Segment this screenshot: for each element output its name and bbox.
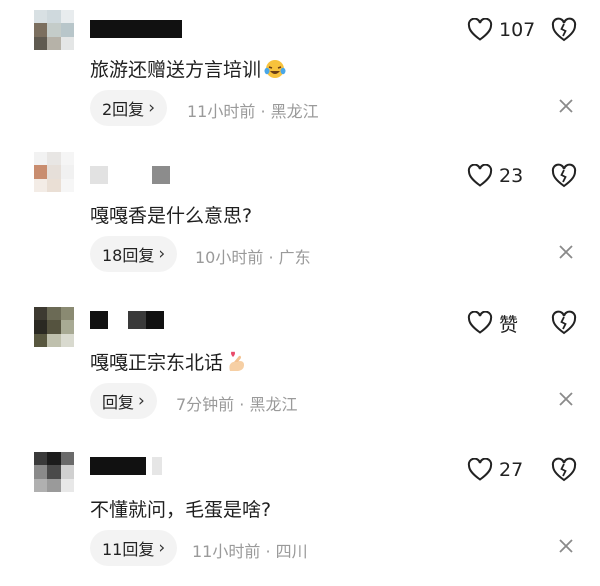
comment-meta: 7分钟前 · 黑龙江: [176, 391, 297, 415]
comment-meta: 11小时前 · 黑龙江: [187, 98, 319, 122]
reply-button[interactable]: 11回复 ›: [90, 530, 178, 566]
heart-icon: [467, 458, 493, 481]
close-icon[interactable]: [558, 244, 574, 260]
reply-button[interactable]: 18回复 ›: [90, 236, 178, 272]
like-button[interactable]: 23: [467, 164, 523, 188]
reply-label: 2回复: [102, 100, 145, 119]
avatar[interactable]: [34, 452, 74, 492]
comment-text: 嘎嘎正宗东北话: [90, 351, 249, 375]
chevron-right-icon: ›: [158, 538, 166, 558]
separator: ·: [260, 102, 266, 121]
avatar[interactable]: [34, 152, 74, 192]
heart-icon: [467, 311, 493, 334]
chevron-right-icon: ›: [158, 244, 166, 264]
timestamp: 10小时前: [195, 248, 264, 267]
avatar[interactable]: [34, 307, 74, 347]
close-icon[interactable]: [558, 391, 574, 407]
broken-heart-icon[interactable]: [551, 17, 577, 43]
like-count: 107: [499, 19, 536, 41]
close-icon[interactable]: [558, 98, 574, 114]
username[interactable]: [90, 457, 162, 475]
comment-item: 107 旅游还赠送方言培训 2回复 › 11小时前 · 黑龙江: [0, 0, 600, 146]
location: 四川: [275, 542, 308, 561]
username[interactable]: [90, 20, 182, 38]
location: 黑龙江: [270, 102, 319, 121]
broken-heart-icon[interactable]: [551, 457, 577, 483]
laughing-crying-face-icon: [264, 60, 286, 78]
comment-meta: 11小时前 · 四川: [192, 538, 308, 562]
separator: ·: [265, 542, 271, 561]
avatar[interactable]: [34, 10, 74, 50]
separator: ·: [239, 395, 245, 414]
broken-heart-icon[interactable]: [551, 163, 577, 189]
reply-button[interactable]: 2回复 ›: [90, 90, 167, 126]
like-count: 27: [499, 459, 524, 481]
broken-heart-icon[interactable]: [551, 310, 577, 336]
timestamp: 11小时前: [192, 542, 261, 561]
finger-heart-icon: [229, 351, 245, 371]
location: 广东: [278, 248, 311, 267]
chevron-right-icon: ›: [148, 98, 155, 118]
reply-label: 18回复: [102, 246, 155, 265]
like-button[interactable]: 27: [467, 458, 523, 482]
timestamp: 7分钟前: [176, 395, 235, 414]
username[interactable]: [90, 166, 170, 184]
comment-text: 嘎嘎香是什么意思?: [90, 205, 253, 227]
timestamp: 11小时前: [187, 102, 256, 121]
like-button[interactable]: 赞: [467, 311, 519, 336]
heart-icon: [467, 164, 493, 187]
like-button[interactable]: 107: [467, 18, 535, 42]
comment-meta: 10小时前 · 广东: [195, 244, 311, 268]
reply-label: 回复: [102, 393, 135, 412]
heart-icon: [467, 18, 493, 41]
like-count: 23: [499, 165, 524, 187]
comment-text: 旅游还赠送方言培训: [90, 58, 287, 82]
location: 黑龙江: [249, 395, 298, 414]
separator: ·: [268, 248, 274, 267]
like-count: 赞: [499, 313, 519, 336]
comment-item: 赞 嘎嘎正宗东北话 回复 › 7分钟前 · 黑龙江: [0, 293, 600, 439]
username[interactable]: [90, 311, 164, 329]
reply-button[interactable]: 回复 ›: [90, 383, 157, 419]
chevron-right-icon: ›: [138, 391, 145, 411]
comment-item: 23 嘎嘎香是什么意思? 18回复 › 10小时前 · 广东: [0, 146, 600, 292]
close-icon[interactable]: [558, 538, 574, 554]
reply-label: 11回复: [102, 540, 155, 559]
comment-item: 27 不懂就问，毛蛋是啥? 11回复 › 11小时前 · 四川: [0, 440, 600, 586]
comment-text: 不懂就问，毛蛋是啥?: [90, 499, 272, 521]
